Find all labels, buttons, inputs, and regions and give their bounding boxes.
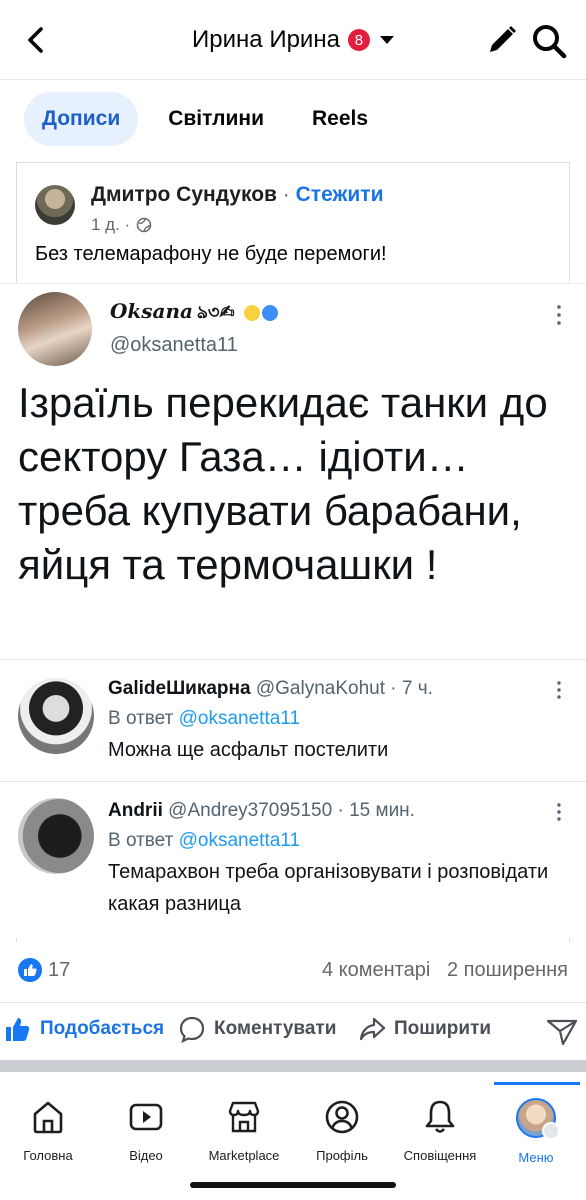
reply-avatar (18, 678, 94, 754)
post-author-line: Дмитро Сундуков · Стежити (91, 183, 384, 207)
author-name[interactable]: Дмитро Сундуков (91, 183, 277, 206)
reply-handle: @GalynaKohut (255, 678, 385, 699)
tweet-display-name: Oksana (110, 299, 193, 323)
separator: · (282, 183, 290, 206)
reply-name: GalideШикарна (108, 678, 251, 699)
reply-header: GalideШикарна @GalynaKohut · 7 ч. (108, 678, 433, 700)
reply-avatar (18, 798, 94, 874)
share-button[interactable]: Поширити (358, 1015, 491, 1043)
nav-label: Профіль (316, 1148, 368, 1163)
tab-posts[interactable]: Дописи (24, 92, 139, 146)
reply-to-line: В ответ @oksanetta11 (108, 830, 300, 852)
marketplace-icon (228, 1101, 260, 1133)
reply-text: Можна ще асфальт постелити (108, 739, 389, 761)
profile-tabs: Дописи Світлини Reels (24, 92, 398, 146)
nav-home[interactable]: Головна (0, 1098, 96, 1163)
likes-count[interactable]: 17 (48, 959, 70, 982)
post-meta: 1 д. · (91, 215, 152, 235)
menu-avatar-icon (516, 1098, 560, 1140)
reply-header: Andrii @Andrey37095150 · 15 мин. (108, 800, 415, 822)
section-divider (0, 1060, 586, 1072)
nav-marketplace[interactable]: Marketplace (196, 1098, 292, 1163)
home-icon (33, 1101, 63, 1134)
reply-to-line: В ответ @oksanetta11 (108, 708, 300, 730)
blue-heart-icon (261, 304, 278, 321)
tweet-handle: @oksanetta11 (110, 334, 238, 356)
like-label: Подобається (40, 1018, 165, 1039)
profile-name: Ирина Ирина (192, 26, 340, 53)
tweet: Oksana ঌ৩✍︎ @oksanetta11 Ізраїль перекида… (0, 284, 586, 660)
globe-icon (136, 217, 152, 233)
more-vertical-icon (557, 803, 561, 821)
comment-button[interactable]: Коментувати (178, 1015, 336, 1043)
shared-screenshot-image[interactable]: Oksana ঌ৩✍︎ @oksanetta11 Ізраїль перекида… (0, 283, 586, 938)
nav-profile[interactable]: Профіль (294, 1098, 390, 1163)
like-button[interactable]: Подобається (4, 1015, 164, 1043)
reply-prefix: В ответ (108, 830, 174, 851)
top-header: Ирина Ирина 8 (0, 0, 586, 80)
nav-video[interactable]: Відео (98, 1098, 194, 1163)
nav-label: Marketplace (208, 1148, 280, 1163)
caret-down-icon (379, 36, 394, 44)
video-icon (129, 1103, 163, 1131)
bell-icon (425, 1100, 455, 1133)
tab-photos[interactable]: Світлини (150, 92, 282, 146)
reply-handle: @Andrey37095150 (168, 800, 333, 821)
reply-text: Темарахвон треба організовувати і розпов… (108, 861, 549, 915)
post-time[interactable]: 1 д. · (91, 215, 130, 235)
comments-count[interactable]: 4 коментарі (322, 959, 430, 981)
active-tab-indicator (494, 1082, 580, 1085)
nav-label: Сповіщення (403, 1148, 477, 1163)
reply-item: Andrii @Andrey37095150 · 15 мин. В ответ… (0, 782, 586, 922)
reaction-summary: 17 4 коментарі 2 поширення (18, 955, 568, 989)
follow-button[interactable]: Стежити (296, 183, 384, 206)
comments-shares-count: 4 коментарі 2 поширення (322, 959, 568, 982)
reply-name: Andrii (108, 800, 163, 821)
bottom-navigation: Головна Відео Marketplace Профіль Сповіщ… (0, 1072, 586, 1200)
comment-label: Коментувати (214, 1018, 337, 1039)
home-indicator (190, 1182, 396, 1188)
comment-icon (179, 1016, 205, 1043)
post-actions: Подобається Коментувати Поширити (0, 1002, 586, 1058)
nav-label: Головна (23, 1148, 73, 1163)
nav-label: Відео (129, 1148, 163, 1163)
reply-to-handle: @oksanetta11 (178, 708, 301, 729)
name-decoration: ঌ৩✍︎ (197, 302, 235, 323)
more-vertical-icon (557, 681, 561, 699)
yellow-heart-icon (243, 304, 260, 321)
like-reaction-icon[interactable] (18, 958, 42, 982)
share-label: Поширити (394, 1018, 492, 1039)
author-avatar[interactable] (35, 185, 75, 225)
reply-time: · 15 мин. (337, 800, 415, 821)
search-icon[interactable] (530, 22, 568, 60)
nav-menu[interactable]: Меню (488, 1098, 584, 1165)
reply-item: GalideШикарна @GalynaKohut · 7 ч. В отве… (0, 662, 586, 782)
thumbs-up-icon (6, 1018, 30, 1041)
more-vertical-icon (557, 305, 561, 325)
nav-label: Меню (518, 1150, 554, 1165)
send-triangle-icon[interactable] (546, 1017, 578, 1047)
reply-to-handle: @oksanetta11 (178, 830, 301, 851)
reply-prefix: В ответ (108, 708, 174, 729)
pencil-icon[interactable] (484, 22, 520, 58)
menu-lines-icon (542, 1122, 560, 1140)
tweet-avatar (18, 292, 92, 366)
nav-notifications[interactable]: Сповіщення (392, 1098, 488, 1163)
tab-reels[interactable]: Reels (294, 92, 386, 146)
shares-count[interactable]: 2 поширення (447, 959, 568, 981)
profile-icon (325, 1100, 359, 1134)
tweet-body: Ізраїль перекидає танки до сектору Газа…… (18, 379, 548, 588)
notification-badge: 8 (347, 29, 370, 51)
tweet-display-name-line: Oksana ঌ৩✍︎ (110, 298, 278, 329)
post-text: Без телемарафону не буде перемоги! (35, 243, 387, 265)
reply-time: · 7 ч. (390, 678, 433, 699)
share-icon (359, 1017, 386, 1041)
